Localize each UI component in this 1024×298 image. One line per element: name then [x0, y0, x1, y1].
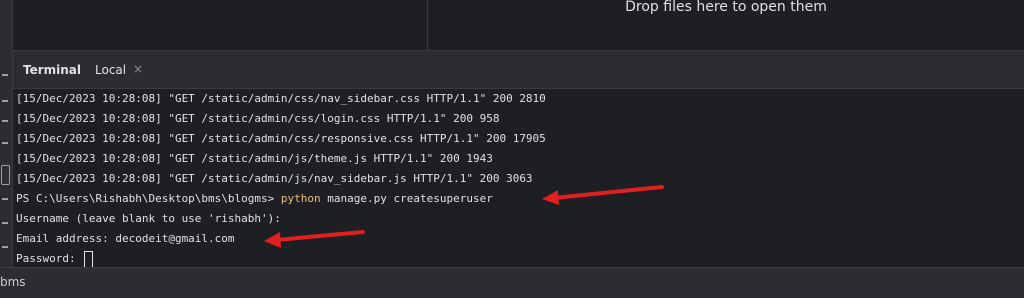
log-line: [15/Dec/2023 10:28:08] "GET /static/admi… — [16, 132, 546, 145]
prompt-line: PS C:\Users\Rishabh\Desktop\bms\blogms> … — [16, 189, 493, 209]
tool-strip-icon[interactable] — [2, 246, 8, 248]
drop-files-hint: Drop files here to open them — [625, 0, 827, 15]
log-line: [15/Dec/2023 10:28:08] "GET /static/admi… — [16, 172, 533, 185]
password-label: Password: — [16, 252, 83, 265]
project-name[interactable]: bms — [0, 275, 26, 289]
tool-strip-icon[interactable] — [2, 198, 8, 200]
tool-strip-icon[interactable] — [2, 142, 8, 144]
tab-local[interactable]: Local — [95, 63, 126, 77]
terminal-tool-icon[interactable] — [1, 165, 10, 185]
terminal-cursor — [84, 250, 94, 268]
close-icon[interactable]: × — [133, 62, 143, 76]
username-prompt: Username (leave blank to use 'rishabh'): — [16, 212, 281, 225]
prompt-path: PS C:\Users\Rishabh\Desktop\bms\blogms> — [16, 192, 281, 205]
annotation-arrow — [264, 230, 365, 248]
annotation-arrow — [542, 185, 664, 205]
tool-strip-icon[interactable] — [2, 120, 8, 122]
log-line: [15/Dec/2023 10:28:08] "GET /static/admi… — [16, 92, 546, 105]
log-line: [15/Dec/2023 10:28:08] "GET /static/admi… — [16, 152, 493, 165]
tool-strip-icon[interactable] — [2, 222, 8, 224]
tool-window-strip — [0, 0, 13, 267]
password-prompt[interactable]: Password: — [16, 249, 94, 269]
editor-area[interactable]: Drop files here to open them — [13, 0, 1024, 50]
tool-strip-icon[interactable] — [2, 100, 8, 102]
status-bar: bms — [0, 267, 1024, 298]
terminal-header: Terminal Local × — [13, 51, 1024, 89]
tab-terminal[interactable]: Terminal — [23, 63, 81, 77]
command-args: manage.py createsuperuser — [320, 192, 493, 205]
command-name: python — [280, 192, 321, 205]
tool-strip-icon[interactable] — [2, 74, 8, 76]
email-line: Email address: decodeit@gmail.com — [16, 232, 235, 245]
terminal-output[interactable]: [15/Dec/2023 10:28:08] "GET /static/admi… — [13, 89, 1024, 269]
log-line: [15/Dec/2023 10:28:08] "GET /static/admi… — [16, 112, 500, 125]
